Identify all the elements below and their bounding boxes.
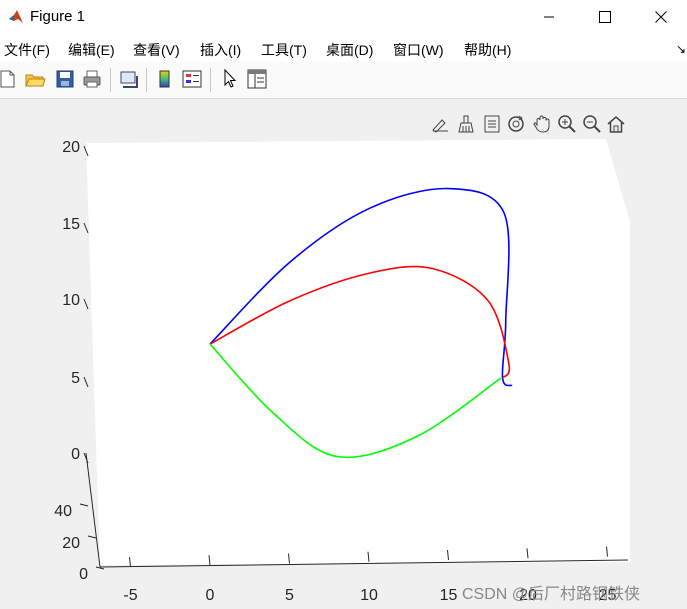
y-tick-label: 20 bbox=[62, 535, 80, 552]
x-tick-label: 15 bbox=[440, 587, 458, 604]
z-tick-label: 0 bbox=[71, 446, 80, 463]
z-tick-label: 20 bbox=[62, 139, 80, 156]
z-tick-mark bbox=[83, 298, 89, 310]
axes-3d bbox=[85, 139, 630, 568]
x-tick-label: -5 bbox=[123, 587, 137, 604]
x-tick-label: 0 bbox=[206, 587, 215, 604]
y-tick-label: 0 bbox=[79, 566, 88, 583]
plot-area[interactable]: -5 0 5 10 15 20 250510152002040 bbox=[0, 0, 687, 609]
x-tick-label: 5 bbox=[285, 587, 294, 604]
y-tick-mark bbox=[87, 535, 97, 539]
z-tick-mark bbox=[83, 376, 89, 388]
z-tick-label: 5 bbox=[71, 370, 80, 387]
y-tick-mark bbox=[79, 503, 89, 507]
csdn-watermark: CSDN @后厂村路钢铁侠 bbox=[462, 586, 641, 603]
z-tick-mark bbox=[83, 222, 89, 234]
axes-background bbox=[86, 139, 630, 565]
z-tick-label: 10 bbox=[62, 292, 80, 309]
y-tick-label: 40 bbox=[54, 503, 72, 520]
z-tick-label: 15 bbox=[62, 216, 80, 233]
x-tick-label: 10 bbox=[360, 587, 378, 604]
